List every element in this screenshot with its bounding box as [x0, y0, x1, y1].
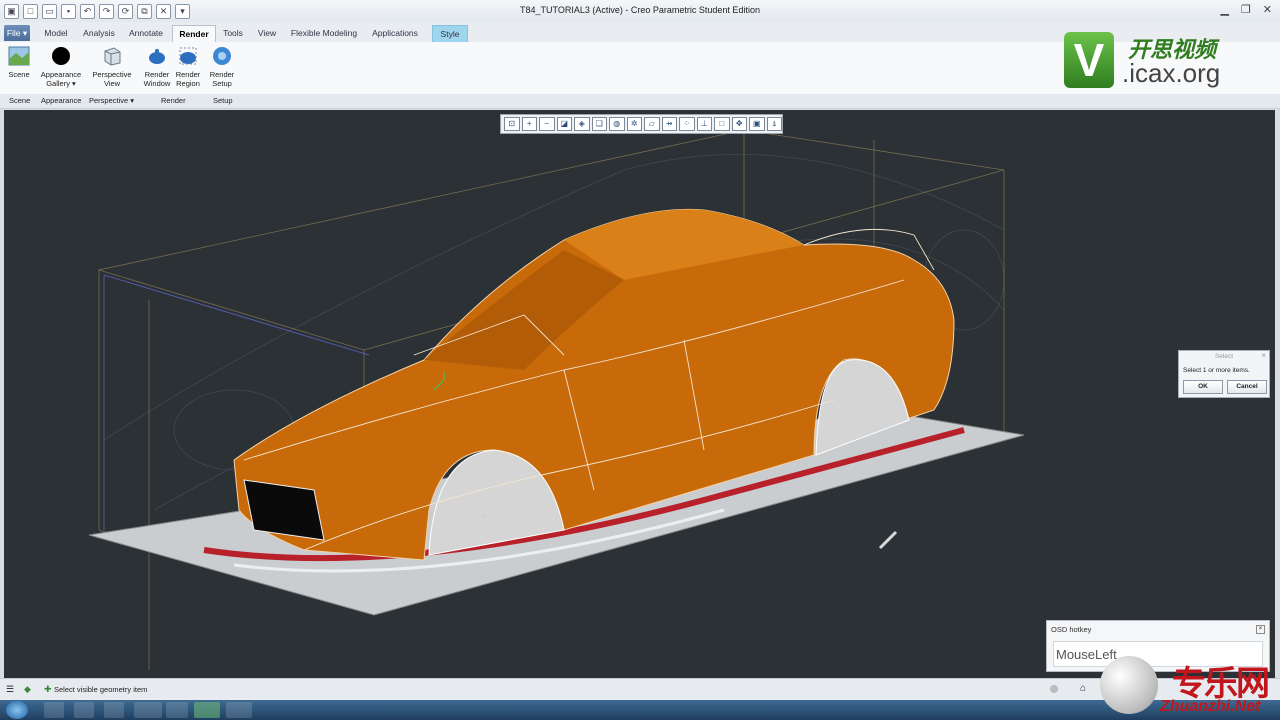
select-dialog: Select × Select 1 or more items. OK Canc…: [1178, 350, 1270, 398]
group-perspective[interactable]: Perspective ▾: [89, 96, 134, 105]
render-region-button[interactable]: Render Region: [173, 45, 203, 88]
render-teapot-icon: [149, 49, 165, 64]
status-message: Select visible geometry item: [54, 685, 148, 694]
close-icon[interactable]: ✕: [1263, 3, 1272, 16]
chrome-icon[interactable]: [166, 702, 188, 718]
more-view-icon[interactable]: ⍋: [766, 117, 782, 131]
perspective-cube-icon: [104, 47, 121, 66]
window-controls: ▁ ❐ ✕: [1220, 3, 1272, 16]
status-bar: ☰ ◆ ✚ Select visible geometry item ⌂: [0, 678, 1280, 701]
appearance-gallery-button[interactable]: Appearance Gallery ▾: [38, 45, 84, 88]
group-appearance: Appearance: [41, 96, 82, 105]
group-scene: Scene: [9, 96, 31, 105]
tab-model[interactable]: Model: [38, 25, 74, 41]
zoom-in-icon[interactable]: +: [521, 117, 537, 131]
taskbar-app-icon[interactable]: [74, 702, 94, 718]
render-region-icon: [179, 47, 197, 65]
window-title: T84_TUTORIAL3 (Active) - Creo Parametric…: [520, 5, 760, 15]
select-dialog-title: Select: [1214, 353, 1234, 360]
car-model-scene[interactable]: × ×: [4, 110, 1275, 678]
appearance-sphere-icon: [52, 47, 70, 65]
watermark-ball-logo: [1100, 656, 1158, 714]
orient-icon[interactable]: ◈: [574, 117, 590, 131]
graphics-viewport[interactable]: × × ⊡ + − ◪ ◈ ❏ ◍ ✲ ▱ ⇸ ⁘ ⊥ □ ✥ ▣ ⍋: [4, 110, 1275, 678]
tab-tools[interactable]: Tools: [218, 25, 248, 41]
taskbar-app-icon[interactable]: [44, 702, 64, 718]
repaint-icon[interactable]: ◪: [556, 117, 572, 131]
render-window-button[interactable]: Render Window: [142, 45, 172, 88]
osd-close-icon[interactable]: ×: [1256, 625, 1265, 634]
tab-render[interactable]: Render: [172, 25, 216, 42]
scene-icon: [8, 46, 30, 66]
taskbar-app-icon[interactable]: [226, 702, 252, 718]
perspective-view-button[interactable]: Perspective View: [90, 45, 134, 88]
render-setup-button[interactable]: Render Setup: [207, 45, 237, 88]
status-indicator-icon: ✚: [44, 684, 52, 694]
cancel-button[interactable]: Cancel: [1227, 380, 1267, 394]
taskbar-app-icon[interactable]: [134, 702, 162, 718]
datum-planes-icon[interactable]: ▱: [644, 117, 660, 131]
svg-text:×: ×: [869, 404, 875, 415]
minimize-icon[interactable]: ▁: [1220, 3, 1228, 16]
scene-button[interactable]: Scene: [4, 45, 34, 79]
tab-annotate[interactable]: Annotate: [124, 25, 168, 41]
annotations-icon[interactable]: □: [714, 117, 730, 131]
logo-v-mark: V: [1064, 32, 1114, 88]
tab-analysis[interactable]: Analysis: [80, 25, 118, 41]
view-manager-icon[interactable]: ✲: [626, 117, 642, 131]
ok-button[interactable]: OK: [1183, 380, 1223, 394]
taskbar-app-icon[interactable]: [104, 702, 124, 718]
zhuanzhi-watermark: 专乐网 Zhuanzhi.Net: [1100, 654, 1276, 720]
model-tree-toggle-icon[interactable]: ☰: [6, 684, 14, 695]
group-render: Render: [161, 96, 186, 105]
tab-flexible-modeling[interactable]: Flexible Modeling: [286, 25, 362, 41]
creo-taskbar-icon[interactable]: [194, 702, 220, 718]
tab-file[interactable]: File ▾: [4, 25, 30, 41]
ribbon-group-labels: Scene Appearance Perspective ▾ Render Se…: [0, 94, 1280, 109]
osd-header: OSD hotkey: [1051, 625, 1092, 634]
tab-style[interactable]: Style: [432, 25, 468, 43]
start-button[interactable]: [6, 701, 28, 719]
refit-icon[interactable]: ⊡: [504, 117, 520, 131]
datum-axes-icon[interactable]: ⇸: [661, 117, 677, 131]
watermark-en-text: Zhuanzhi.Net: [1160, 698, 1261, 715]
status-light-icon: [1050, 685, 1058, 693]
zoom-out-icon[interactable]: −: [539, 117, 555, 131]
tab-view[interactable]: View: [252, 25, 282, 41]
datum-points-icon[interactable]: ⁘: [679, 117, 695, 131]
spin-center-icon[interactable]: ✥: [731, 117, 747, 131]
navigator-icon[interactable]: ◆: [24, 684, 31, 695]
tab-applications[interactable]: Applications: [366, 25, 424, 41]
icax-logo: V 开思视频 .icax.org: [1064, 30, 1274, 90]
logo-url-text: .icax.org: [1122, 58, 1221, 88]
snapshot-icon[interactable]: ▣: [749, 117, 765, 131]
saved-views-icon[interactable]: ❏: [591, 117, 607, 131]
csys-icon[interactable]: ⊥: [696, 117, 712, 131]
view-toolbar: ⊡ + − ◪ ◈ ❏ ◍ ✲ ▱ ⇸ ⁘ ⊥ □ ✥ ▣ ⍋: [500, 114, 783, 134]
select-dialog-message: Select 1 or more items.: [1183, 367, 1250, 374]
group-setup: Setup: [213, 96, 233, 105]
windows-taskbar: [0, 700, 1280, 720]
display-style-icon[interactable]: ◍: [609, 117, 625, 131]
svg-text:×: ×: [482, 512, 488, 523]
selection-filter-icon[interactable]: ⌂: [1080, 683, 1086, 694]
dialog-close-icon[interactable]: ×: [1261, 351, 1266, 360]
restore-icon[interactable]: ❐: [1241, 3, 1251, 16]
render-setup-icon: [213, 47, 231, 65]
title-bar: ▣ □ ▭ ▪ ↶ ↷ ⟳ ⧉ ✕ ▾ T84_TUTORIAL3 (Activ…: [0, 0, 1280, 23]
